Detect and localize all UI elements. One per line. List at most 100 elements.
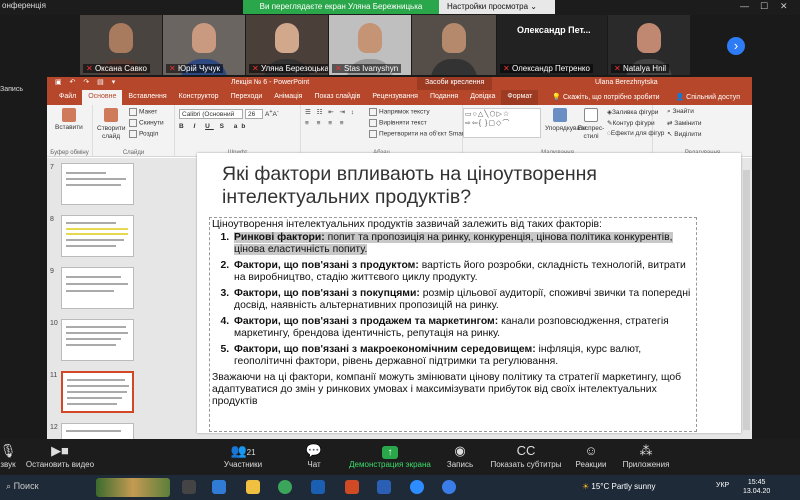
list-item: Фактори, що пов'язані з продуктом: варті… — [232, 260, 694, 284]
search-icon: ⌕ — [6, 481, 12, 491]
tab-file[interactable]: Файл — [53, 90, 82, 105]
text-direction-button[interactable]: Напрямок тексту — [369, 108, 430, 116]
zoom-window-title: онференція — [2, 1, 46, 10]
calendar-icon[interactable] — [212, 480, 226, 494]
shape-fill-button[interactable]: ◈Заливка фігури — [607, 108, 658, 116]
weather-widget[interactable]: ☀ 15°C Partly sunny — [582, 482, 656, 491]
smartart-button[interactable]: Перетворити на об'єкт SmartArt — [369, 130, 474, 138]
slide-thumbnail-panel[interactable]: 7 8 9 10 11 12 — [47, 158, 142, 439]
stop-video-button[interactable]: ▶■ Остановить видео — [20, 442, 100, 469]
apps-button[interactable]: ⁂ Приложения — [616, 442, 676, 469]
tab-format[interactable]: Формат — [501, 90, 539, 105]
slide-body-textbox[interactable]: Ціноутворення інтелектуальних продуктів … — [209, 217, 697, 432]
slide-thumbnail[interactable] — [61, 423, 134, 439]
participant-tile[interactable]: ✕ Уляна Березоцька — [246, 15, 328, 75]
zoom-icon[interactable] — [410, 480, 424, 494]
tab-help[interactable]: Довідка — [464, 90, 501, 105]
powerpoint-icon[interactable] — [345, 480, 359, 494]
grow-font-icon[interactable]: A+A- — [265, 109, 279, 118]
tab-view[interactable]: Подання — [424, 90, 464, 105]
tab-slideshow[interactable]: Показ слайдів — [308, 90, 366, 105]
edge-icon[interactable] — [442, 480, 456, 494]
tab-home[interactable]: Основне — [82, 90, 123, 105]
share-button[interactable]: 👤 Спільний доступ — [670, 90, 747, 105]
slide-thumbnail-selected[interactable] — [61, 371, 134, 413]
text-direction-icon — [369, 108, 377, 116]
font-format-buttons[interactable]: B I U S ab — [179, 123, 249, 130]
ppt-user-name[interactable]: Ulana Berezhnytska — [595, 79, 658, 86]
select-button[interactable]: ↖ Виділити — [667, 130, 702, 138]
clock[interactable]: 15:45 13.04.20 — [743, 478, 770, 496]
subtitles-button[interactable]: CC Показать субтитры — [484, 442, 568, 469]
section-button[interactable]: Розділ — [129, 130, 158, 138]
new-slide-button[interactable]: Створити слайд — [97, 108, 126, 141]
quick-access-icons[interactable]: ▣ ↶ ↷ ▤ ▾ — [55, 78, 118, 86]
slide-scrollbar[interactable] — [741, 158, 752, 439]
reset-icon — [129, 119, 137, 127]
paragraph-group: ☰ ☷ ⇤ ⇥ ↕ Напрямок тексту Вирівняти текс… — [301, 105, 474, 157]
paste-icon — [61, 108, 76, 122]
maximize-icon[interactable]: ☐ — [760, 1, 768, 12]
align-buttons[interactable]: ≡ ≡ ≡ ≡ — [305, 120, 347, 127]
slide-canvas[interactable]: Які фактори впливають на ціноутворення і… — [197, 153, 741, 433]
view-options-button[interactable]: Настройки просмотра ⌄ — [439, 0, 555, 14]
participant-tile[interactable]: ✕ Natalya Hnil — [608, 15, 690, 75]
shapes-gallery[interactable]: ▭○△╲⬡▷☆ ⇨⇦{ }▢◇⌒ — [463, 108, 541, 138]
align-text-button[interactable]: Вирівняти текст — [369, 119, 427, 127]
network-icon[interactable] — [311, 480, 325, 494]
file-explorer-icon[interactable] — [246, 480, 260, 494]
share-message: Ви переглядаєте екран Уляна Бережницька — [243, 0, 439, 14]
participant-name: Юрій Чучук — [177, 64, 220, 73]
participant-tile[interactable] — [412, 15, 496, 75]
font-name-select[interactable]: Calibri (Основний — [179, 109, 243, 119]
replace-icon: ⇄ — [667, 120, 673, 127]
tab-transitions[interactable]: Переходи — [225, 90, 269, 105]
reset-button[interactable]: Скинути — [129, 119, 164, 127]
participant-name: Natalya Hnil — [622, 64, 667, 73]
font-size-select[interactable]: 26 — [245, 109, 263, 119]
shape-outline-button[interactable]: ✎Контур фігури — [607, 119, 655, 127]
taskbar-search[interactable]: ⌕ Поиск — [6, 481, 39, 492]
participant-name: Уляна Березоцька — [260, 64, 328, 73]
participant-name: Оксана Савко — [94, 64, 147, 73]
slide-thumbnail[interactable] — [61, 267, 134, 309]
thumb-number: 12 — [50, 424, 58, 431]
list-buttons[interactable]: ☰ ☷ ⇤ ⇥ ↕ — [305, 108, 356, 116]
slide-thumbnail[interactable] — [61, 215, 134, 257]
close-icon[interactable]: ✕ — [780, 1, 788, 12]
participant-tile[interactable]: ✕ Stas Ivanyshyn — [329, 15, 411, 75]
ppt-title-bar: ▣ ↶ ↷ ▤ ▾ Лекція № 6 - PowerPoint Засоби… — [47, 77, 752, 90]
quick-styles-button[interactable]: Експрес-стилі — [577, 108, 605, 141]
layout-icon — [129, 108, 137, 116]
minimize-icon[interactable]: — — [740, 1, 749, 11]
chat-button[interactable]: 💬 Чат — [296, 442, 332, 469]
participant-tile[interactable]: ✕ Оксана Савко — [80, 15, 162, 75]
word-icon[interactable] — [377, 480, 391, 494]
slide-thumbnail[interactable] — [61, 319, 134, 361]
replace-button[interactable]: ⇄ Замінити — [667, 119, 702, 127]
tab-animations[interactable]: Анімація — [268, 90, 308, 105]
mic-muted-icon: ✕ — [86, 64, 93, 73]
list-item: Фактори, що пов'язані з продажем та марк… — [232, 316, 694, 340]
language-indicator[interactable]: УКР — [716, 482, 729, 489]
paste-button[interactable]: Вставити — [55, 108, 83, 131]
record-button[interactable]: ◉ Запись — [442, 442, 478, 469]
reactions-button[interactable]: ☺ Реакции — [568, 442, 614, 469]
participant-tile[interactable]: ✕ Юрій Чучук — [163, 15, 245, 75]
find-button[interactable]: ⌕ Знайти — [667, 108, 694, 116]
chrome-icon[interactable] — [278, 480, 292, 494]
share-screen-button[interactable]: ↑ Демонстрация экрана — [342, 442, 438, 469]
task-view-icon[interactable] — [182, 480, 196, 494]
chevron-right-icon[interactable]: › — [727, 37, 745, 55]
tell-me-search[interactable]: 💡 Скажіть, що потрібно зробити — [546, 90, 665, 105]
tab-review[interactable]: Рецензування — [366, 90, 424, 105]
layout-button[interactable]: Макет — [129, 108, 157, 116]
slide-title[interactable]: Які фактори впливають на ціноутворення і… — [222, 163, 682, 209]
participant-tile[interactable]: ✕ Олександр Петренко — [497, 15, 607, 75]
tab-design[interactable]: Конструктор — [173, 90, 225, 105]
slide-thumbnail[interactable] — [61, 163, 134, 205]
participant-big-name: Олександр Пет... — [517, 25, 591, 35]
participants-button[interactable]: 👥21 Участники — [215, 442, 271, 469]
tab-insert[interactable]: Вставлення — [122, 90, 172, 105]
arrange-button[interactable]: Упорядкувати — [545, 108, 586, 133]
